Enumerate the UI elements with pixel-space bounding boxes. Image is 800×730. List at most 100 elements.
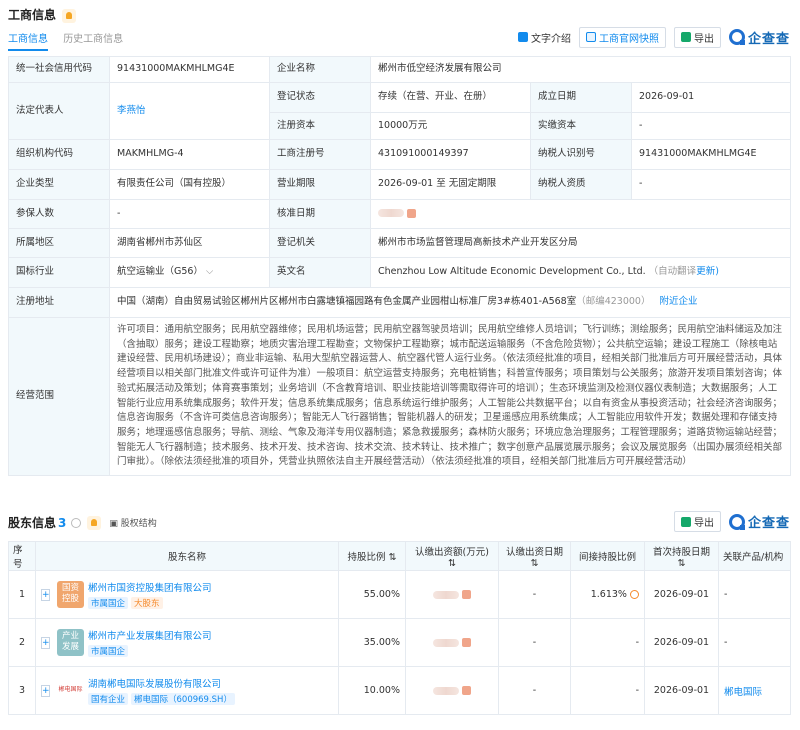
blurred-value <box>432 686 459 695</box>
table-header: 序号 股东名称 持股比例 ⇅ 认缴出资额(万元) ⇅ 认缴出资日期 ⇅ 间接持股… <box>8 541 791 571</box>
brand-text: 企查查 <box>747 31 790 47</box>
export-label: 导出 <box>693 518 714 529</box>
bell-icon[interactable] <box>62 8 77 23</box>
info-icon[interactable] <box>71 517 82 528</box>
brand-logo: 企查查 <box>728 512 790 531</box>
authority-value: 郴州市市场监督管理局高新技术产业开发区分局 <box>370 228 791 258</box>
shareholder-name-link[interactable]: 湖南郴电国际发展股份有限公司 <box>88 676 238 690</box>
shareholding-ratio: 55.00% <box>338 570 406 619</box>
english-name-value: Chenzhou Low Altitude Economic Developme… <box>378 266 646 278</box>
shareholders-title-text: 股东信息 <box>8 516 57 530</box>
shareholder-cell: + 产业 发展 郴州市产业发展集团有限公司 市属国企 <box>35 618 339 667</box>
address-value: 中国（湖南）自由贸易试验区郴州片区郴州市白露塘镇福园路有色金属产业园柑山标准厂房… <box>117 296 577 308</box>
shareholders-table: 序号 股东名称 持股比例 ⇅ 认缴出资额(万元) ⇅ 认缴出资日期 ⇅ 间接持股… <box>8 541 791 715</box>
subscribed-amount[interactable] <box>405 570 499 619</box>
shareholder-cell: + 郴电国际 湖南郴电国际发展股份有限公司 国有企业 郴电国际（600969.SH） <box>35 666 339 715</box>
shareholders-toolbar: 导出 企查查 <box>673 511 790 532</box>
shareholder-tag: 市属国企 <box>88 645 129 657</box>
bell-icon[interactable] <box>87 515 102 530</box>
col-header-ratio[interactable]: 持股比例 ⇅ <box>338 541 406 571</box>
nearby-companies-link[interactable]: 附近企业 <box>660 296 698 307</box>
text-intro-label: 文字介绍 <box>530 33 571 45</box>
paid-capital-value: - <box>631 112 791 140</box>
shareholder-cell: + 国资 控股 郴州市国资控股集团有限公司 市属国企 大股东 <box>35 570 339 619</box>
indirect-ratio: - <box>570 618 645 667</box>
col-header-sub-date[interactable]: 认缴出资日期 ⇅ <box>498 541 571 571</box>
col-header-first-date[interactable]: 首次持股日期 ⇅ <box>644 541 719 571</box>
company-name-value: 郴州市低空经济发展有限公司 <box>370 56 791 83</box>
shareholders-title: 股东信息 3 ▣ 股权结构 <box>8 514 157 531</box>
snapshot-icon <box>585 32 596 42</box>
industry-value: 航空运输业（G56） <box>117 266 203 278</box>
table-row: 1 + 国资 控股 郴州市国资控股集团有限公司 市属国企 大股东 55.00% - 1.613… <box>8 570 791 619</box>
first-holding-date: 2026-09-01 <box>644 570 719 619</box>
brand-mark-icon <box>728 513 745 530</box>
shareholder-tag: 郴电国际（600969.SH） <box>131 693 235 705</box>
status-label: 登记状态 <box>269 82 371 113</box>
shareholders-export-button[interactable]: 导出 <box>673 511 721 532</box>
subscribed-date: - <box>498 570 571 619</box>
company-logo: 产业 发展 <box>57 629 84 656</box>
sort-icon: ⇅ <box>530 557 539 569</box>
subscribed-date: - <box>498 618 571 667</box>
equity-structure-button[interactable]: ▣ 股权结构 <box>109 516 156 529</box>
industry-label: 国标行业 <box>8 257 110 288</box>
col-header-indirect: 间接持股比例 <box>570 541 645 571</box>
col-header-sub-date-label: 认缴出资日期 <box>505 546 563 558</box>
reg-capital-value: 10000万元 <box>370 112 531 140</box>
equity-path-icon[interactable] <box>630 590 639 599</box>
taxpayer-id-label: 纳税人识别号 <box>530 139 632 170</box>
lock-icon <box>462 590 472 599</box>
shareholder-info: 郴州市国资控股集团有限公司 市属国企 大股东 <box>88 580 212 609</box>
expand-icon[interactable]: + <box>41 636 50 649</box>
org-code-value: MAKMHLMG-4 <box>109 139 270 170</box>
col-header-subscribed[interactable]: 认缴出资额(万元) ⇅ <box>405 541 499 571</box>
sort-icon: ⇅ <box>388 552 397 563</box>
table-row: 3 + 郴电国际 湖南郴电国际发展股份有限公司 国有企业 郴电国际（600969.SH） 1… <box>8 666 791 715</box>
section-title: 工商信息 <box>8 6 77 23</box>
region-value: 湖南省郴州市苏仙区 <box>109 228 270 258</box>
company-logo: 郴电国际 <box>57 677 84 704</box>
legal-rep-link[interactable]: 李燕怡 <box>117 105 146 116</box>
postcode: （邮编423000） <box>576 296 651 308</box>
english-name-cell: Chenzhou Low Altitude Economic Developme… <box>370 257 791 288</box>
update-link[interactable]: 更新) <box>696 266 719 277</box>
first-holding-date: 2026-09-01 <box>644 618 719 667</box>
subscribed-amount[interactable] <box>405 618 499 667</box>
english-name-label: 英文名 <box>269 257 371 288</box>
snapshot-label: 工商官网快照 <box>598 33 659 45</box>
expand-icon[interactable]: + <box>41 684 50 697</box>
expand-icon[interactable]: + <box>41 588 50 601</box>
tab-history-info[interactable]: 历史工商信息 <box>63 30 123 49</box>
authority-label: 登记机关 <box>269 228 371 258</box>
col-header-first-date-label: 首次持股日期 <box>652 546 710 558</box>
shareholding-ratio: 10.00% <box>338 666 406 715</box>
related-org: - <box>718 570 791 619</box>
snapshot-button[interactable]: 工商官网快照 <box>578 26 666 48</box>
shareholder-name-link[interactable]: 郴州市产业发展集团有限公司 <box>88 628 212 642</box>
blurred-value <box>432 590 459 599</box>
brand-mark-icon <box>728 29 745 45</box>
est-date-label: 成立日期 <box>530 82 632 113</box>
text-intro-button[interactable]: 文字介绍 <box>517 30 571 45</box>
lock-icon <box>407 208 417 218</box>
col-header-related: 关联产品/机构 <box>718 541 791 571</box>
indirect-ratio-value: 1.613% <box>590 589 627 600</box>
document-icon <box>517 32 528 42</box>
subscribed-amount[interactable] <box>405 666 499 715</box>
tab-business-info[interactable]: 工商信息 <box>8 30 48 51</box>
shareholder-name-link[interactable]: 郴州市国资控股集团有限公司 <box>88 580 212 594</box>
scope-value: 许可项目：通用航空服务；民用航空器维修；民用机场运营；民用航空器驾驶员培训；民用… <box>109 316 791 477</box>
tab-bar: 工商信息 历史工商信息 <box>8 30 135 51</box>
scope-label: 经营范围 <box>8 316 110 477</box>
reg-no-value: 431091000149397 <box>370 139 531 170</box>
row-number: 2 <box>8 618 36 667</box>
related-org-link[interactable]: 郴电国际 <box>724 687 762 698</box>
industry-cell[interactable]: 航空运输业（G56） ⌵ <box>109 257 270 288</box>
approval-date-value[interactable] <box>370 199 791 229</box>
business-info-table: 统一社会信用代码 91431000MAKMHLMG4E 企业名称 郴州市低空经济… <box>8 56 791 477</box>
sort-icon: ⇅ <box>677 557 686 569</box>
sort-icon: ⇅ <box>448 557 456 569</box>
export-button[interactable]: 导出 <box>673 26 721 48</box>
shareholders-count: 3 <box>58 515 67 530</box>
